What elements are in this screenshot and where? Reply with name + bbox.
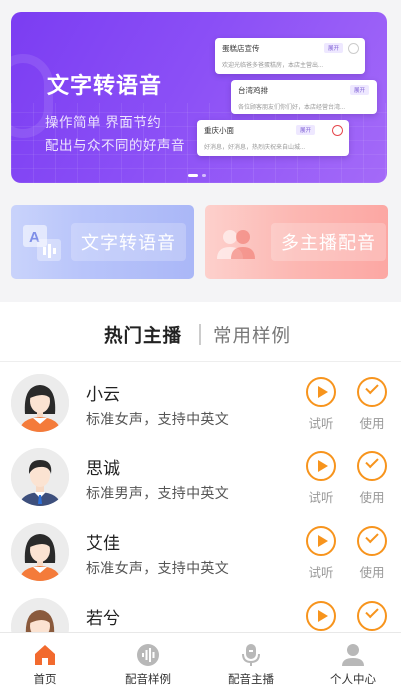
carousel-dot-active	[188, 174, 198, 177]
anchor-row[interactable]: 艾佳 标准女声，支持中英文 试听 使用	[0, 523, 401, 598]
banner-card-tag: 展开	[295, 125, 315, 135]
nav-item-profile[interactable]: 个人中心	[303, 633, 401, 687]
banner-title: 文字转语音	[47, 73, 163, 98]
listen-label: 试听	[308, 491, 334, 505]
banner-card-desc: 各位顾客朋友们你们好，本店经营台湾...	[238, 105, 346, 111]
person-icon	[342, 644, 364, 666]
check-icon	[365, 454, 379, 469]
anchor-row[interactable]: 思诚 标准男声，支持中英文 试听 使用	[0, 448, 401, 523]
check-circle-icon	[348, 43, 359, 54]
avatar	[11, 523, 69, 581]
listen-button[interactable]: 试听	[306, 451, 336, 506]
promo-banner[interactable]: 文字转语音 操作简单 界面节约 配出与众不同的好声音 蛋糕店宣传 欢迎光临爸多爸…	[11, 12, 387, 183]
use-button[interactable]: 使用	[357, 451, 387, 506]
check-icon	[365, 604, 379, 619]
check-icon	[365, 380, 379, 395]
tab-separator	[199, 324, 201, 345]
multi-user-icon	[217, 230, 255, 259]
anchor-list-panel: 热门主播 常用样例 小云 标准女声，支持中英文 试听 使用 思诚 标准男声，支持…	[0, 302, 401, 656]
banner-subtitle-line2: 配出与众不同的好声音	[45, 138, 185, 153]
check-circle-icon	[332, 125, 343, 136]
play-icon	[318, 386, 328, 398]
tab-hot-anchors[interactable]: 热门主播	[104, 322, 182, 348]
tab-common-samples[interactable]: 常用样例	[213, 322, 291, 348]
translate-icon: A	[23, 225, 61, 261]
anchor-name: 思诚	[86, 459, 120, 478]
multi-anchor-dubbing-button[interactable]: 多主播配音	[205, 205, 388, 279]
text-to-speech-label: 文字转语音	[71, 223, 186, 261]
listen-button[interactable]: 试听	[306, 377, 336, 432]
nav-label: 配音主播	[228, 674, 274, 686]
nav-label: 首页	[33, 674, 57, 686]
banner-sample-card: 重庆小面 好消息，好消息，热烈庆祝来自山城... 展开	[197, 120, 349, 156]
play-icon	[318, 460, 328, 472]
bottom-nav: 首页 配音样例 配音主播 个人中心	[0, 632, 401, 687]
use-button[interactable]: 使用	[357, 526, 387, 581]
use-button[interactable]: 使用	[357, 377, 387, 432]
anchor-name: 若兮	[86, 609, 120, 628]
anchor-desc: 标准男声，支持中英文	[86, 485, 229, 501]
home-icon	[35, 645, 55, 665]
multi-anchor-label: 多主播配音	[271, 223, 386, 261]
listen-button[interactable]	[306, 601, 336, 631]
avatar	[11, 448, 69, 506]
nav-item-samples[interactable]: 配音样例	[98, 633, 198, 687]
banner-sample-card: 蛋糕店宣传 欢迎光临爸多爸蛋糕房，本店主营出... 展开	[215, 38, 365, 74]
use-button[interactable]	[357, 601, 387, 631]
microphone-icon	[242, 644, 260, 666]
play-icon	[318, 535, 328, 547]
anchor-desc: 标准女声，支持中英文	[86, 411, 229, 427]
nav-item-anchors[interactable]: 配音主播	[201, 633, 301, 687]
banner-sample-card: 台湾鸡排 各位顾客朋友们你们好，本店经营台湾... 展开	[231, 80, 377, 114]
play-icon	[318, 610, 328, 622]
nav-item-home[interactable]: 首页	[0, 633, 95, 687]
check-icon	[365, 529, 379, 544]
banner-subtitle-line1: 操作简单 界面节约	[45, 115, 162, 130]
anchor-desc: 标准女声，支持中英文	[86, 560, 229, 576]
avatar	[11, 374, 69, 432]
nav-label: 配音样例	[125, 674, 171, 686]
use-label: 使用	[359, 566, 385, 580]
banner-card-desc: 欢迎光临爸多爸蛋糕房，本店主营出...	[222, 63, 324, 69]
use-label: 使用	[359, 417, 385, 431]
banner-card-tag: 展开	[323, 43, 343, 53]
listen-button[interactable]: 试听	[306, 526, 336, 581]
anchor-row[interactable]: 小云 标准女声，支持中英文 试听 使用	[0, 374, 401, 449]
banner-card-title: 重庆小面	[204, 126, 234, 135]
carousel-indicator	[188, 174, 206, 177]
listen-label: 试听	[308, 566, 334, 580]
carousel-dot	[202, 174, 206, 177]
app-page: 文字转语音 操作简单 界面节约 配出与众不同的好声音 蛋糕店宣传 欢迎光临爸多爸…	[0, 0, 401, 687]
banner-card-tag: 展开	[349, 85, 369, 95]
use-label: 使用	[359, 491, 385, 505]
banner-card-desc: 好消息，好消息，热烈庆祝来自山城...	[204, 145, 306, 151]
anchor-name: 艾佳	[86, 534, 120, 553]
text-to-speech-button[interactable]: A 文字转语音	[11, 205, 194, 279]
anchor-name: 小云	[86, 385, 120, 404]
waveform-icon	[137, 644, 159, 666]
nav-label: 个人中心	[330, 674, 376, 686]
listen-label: 试听	[308, 417, 334, 431]
tab-bar: 热门主播 常用样例	[0, 302, 401, 362]
